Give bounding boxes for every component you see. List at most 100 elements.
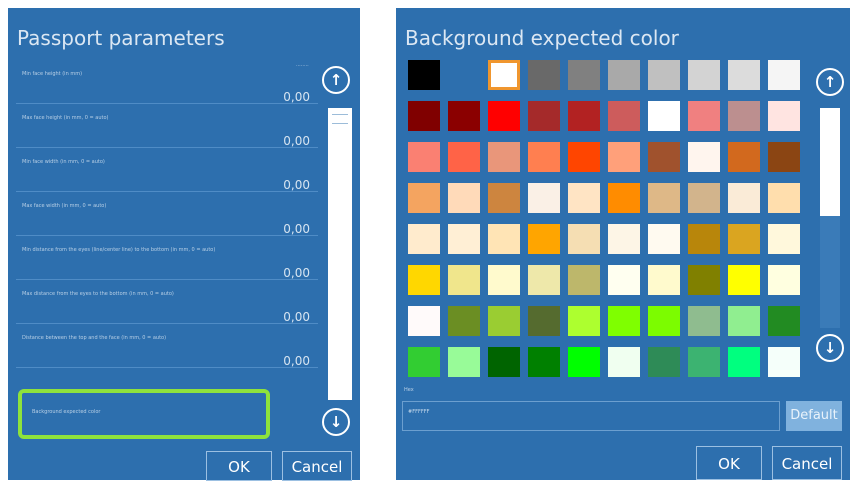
color-swatch[interactable] bbox=[568, 101, 600, 131]
color-swatch[interactable] bbox=[688, 60, 720, 90]
color-swatch[interactable] bbox=[408, 224, 440, 254]
color-swatch[interactable] bbox=[648, 101, 680, 131]
color-swatch[interactable] bbox=[568, 142, 600, 172]
color-swatch[interactable] bbox=[568, 224, 600, 254]
parameter-value[interactable]: 0,00 bbox=[283, 222, 310, 236]
color-swatch[interactable] bbox=[448, 306, 480, 336]
color-swatch[interactable] bbox=[768, 224, 800, 254]
parameter-row[interactable]: Distance between the top and the face (i… bbox=[16, 326, 318, 370]
color-swatch[interactable] bbox=[448, 183, 480, 213]
color-swatch[interactable] bbox=[648, 142, 680, 172]
parameter-value[interactable]: 0,00 bbox=[283, 134, 310, 148]
color-swatch[interactable] bbox=[488, 224, 520, 254]
background-color-row-highlight[interactable]: Background expected color bbox=[18, 389, 270, 439]
color-swatch[interactable] bbox=[688, 142, 720, 172]
scrollbar-track[interactable] bbox=[820, 216, 840, 328]
color-swatch[interactable] bbox=[528, 101, 560, 131]
scroll-up-icon[interactable]: ↑ bbox=[816, 68, 844, 96]
color-swatch[interactable] bbox=[648, 60, 680, 90]
color-swatch[interactable] bbox=[768, 142, 800, 172]
color-swatch[interactable] bbox=[488, 347, 520, 377]
color-swatch[interactable] bbox=[448, 101, 480, 131]
color-swatch[interactable] bbox=[408, 183, 440, 213]
parameter-row[interactable]: Max face width (in mm, 0 = auto) 0,00 bbox=[16, 194, 318, 238]
scroll-down-icon[interactable]: ↓ bbox=[816, 334, 844, 362]
scrollbar-thumb[interactable] bbox=[820, 108, 840, 216]
parameter-value[interactable]: 0,00 bbox=[283, 178, 310, 192]
color-swatch[interactable] bbox=[528, 306, 560, 336]
color-swatch[interactable] bbox=[568, 306, 600, 336]
color-swatch[interactable] bbox=[648, 265, 680, 295]
color-swatch[interactable] bbox=[608, 101, 640, 131]
cancel-button[interactable]: Cancel bbox=[282, 451, 352, 481]
color-swatch[interactable] bbox=[408, 60, 440, 90]
color-swatch[interactable] bbox=[448, 142, 480, 172]
color-swatch[interactable] bbox=[408, 265, 440, 295]
color-swatch[interactable] bbox=[488, 142, 520, 172]
color-swatch[interactable] bbox=[768, 306, 800, 336]
scrollbar-thumb[interactable] bbox=[332, 114, 348, 124]
hex-input[interactable]: #FFFFFF bbox=[402, 401, 780, 431]
color-swatch[interactable] bbox=[688, 306, 720, 336]
parameter-value[interactable]: 0,00 bbox=[283, 354, 310, 368]
color-swatch[interactable] bbox=[448, 60, 480, 90]
color-swatch[interactable] bbox=[488, 306, 520, 336]
color-swatch[interactable] bbox=[488, 60, 520, 90]
color-swatch[interactable] bbox=[768, 101, 800, 131]
color-swatch[interactable] bbox=[608, 265, 640, 295]
color-swatch[interactable] bbox=[528, 224, 560, 254]
color-swatch[interactable] bbox=[688, 347, 720, 377]
color-swatch[interactable] bbox=[408, 101, 440, 131]
color-swatch[interactable] bbox=[608, 224, 640, 254]
color-swatch[interactable] bbox=[408, 142, 440, 172]
color-swatch[interactable] bbox=[688, 265, 720, 295]
color-swatch[interactable] bbox=[408, 306, 440, 336]
color-swatch[interactable] bbox=[528, 265, 560, 295]
color-swatch[interactable] bbox=[688, 183, 720, 213]
color-swatch[interactable] bbox=[448, 265, 480, 295]
color-swatch[interactable] bbox=[488, 101, 520, 131]
parameter-row[interactable]: Max face height (in mm, 0 = auto) 0,00 bbox=[16, 106, 318, 150]
ok-button[interactable]: OK bbox=[206, 451, 272, 481]
color-swatch[interactable] bbox=[408, 347, 440, 377]
color-swatch[interactable] bbox=[528, 142, 560, 172]
parameter-row[interactable]: Min face height (in mm) 0,00 bbox=[16, 62, 318, 106]
parameter-row[interactable]: Max distance from the eyes to the bottom… bbox=[16, 282, 318, 326]
color-swatch[interactable] bbox=[728, 306, 760, 336]
color-swatch[interactable] bbox=[768, 60, 800, 90]
scroll-down-icon[interactable]: ↓ bbox=[322, 408, 350, 436]
color-swatch[interactable] bbox=[608, 60, 640, 90]
color-swatch[interactable] bbox=[728, 60, 760, 90]
scroll-up-icon[interactable]: ↑ bbox=[322, 66, 350, 94]
color-swatch[interactable] bbox=[688, 224, 720, 254]
color-swatch[interactable] bbox=[608, 183, 640, 213]
color-swatch[interactable] bbox=[688, 101, 720, 131]
color-swatch[interactable] bbox=[568, 60, 600, 90]
color-swatch[interactable] bbox=[728, 224, 760, 254]
parameter-row[interactable]: Min distance from the eyes (line/center … bbox=[16, 238, 318, 282]
parameter-value[interactable]: 0,00 bbox=[283, 90, 310, 104]
color-swatch[interactable] bbox=[448, 347, 480, 377]
color-swatch[interactable] bbox=[528, 347, 560, 377]
color-swatch[interactable] bbox=[488, 183, 520, 213]
color-swatch[interactable] bbox=[608, 347, 640, 377]
color-swatch[interactable] bbox=[768, 265, 800, 295]
color-swatch[interactable] bbox=[648, 306, 680, 336]
color-swatch[interactable] bbox=[648, 224, 680, 254]
color-swatch[interactable] bbox=[728, 142, 760, 172]
color-swatch[interactable] bbox=[568, 183, 600, 213]
color-swatch[interactable] bbox=[608, 142, 640, 172]
color-swatch[interactable] bbox=[728, 101, 760, 131]
color-swatch[interactable] bbox=[648, 183, 680, 213]
parameter-row[interactable]: Min face width (in mm, 0 = auto) 0,00 bbox=[16, 150, 318, 194]
scrollbar-track[interactable] bbox=[328, 108, 352, 400]
parameter-value[interactable]: 0,00 bbox=[283, 310, 310, 324]
dialog-ok-button[interactable]: OK bbox=[696, 446, 762, 480]
color-swatch[interactable] bbox=[448, 224, 480, 254]
color-swatch[interactable] bbox=[728, 183, 760, 213]
color-swatch[interactable] bbox=[648, 347, 680, 377]
dialog-cancel-button[interactable]: Cancel bbox=[772, 446, 842, 480]
color-swatch[interactable] bbox=[528, 183, 560, 213]
color-swatch[interactable] bbox=[568, 265, 600, 295]
color-swatch[interactable] bbox=[568, 347, 600, 377]
